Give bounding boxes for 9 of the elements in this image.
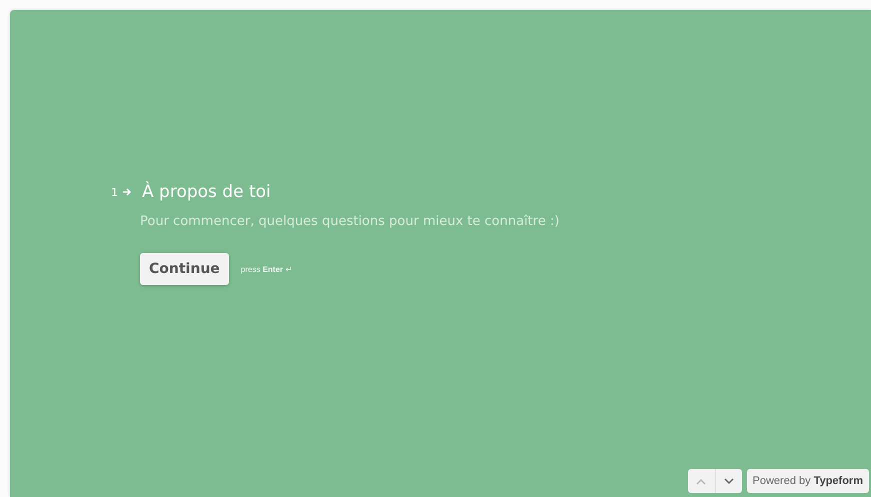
keyboard-hint: press Enter ↵ <box>240 264 292 274</box>
question-number: 1 <box>110 186 118 198</box>
chevron-down-icon <box>724 478 734 484</box>
chevron-up-icon <box>696 478 706 484</box>
powered-by-link[interactable]: Powered by Typeform <box>746 469 869 493</box>
question-title: À propos de toi <box>142 182 271 202</box>
question-description: Pour commencer, quelques questions pour mieux te connaître :) <box>140 214 560 229</box>
arrow-icon <box>122 187 132 197</box>
continue-button[interactable]: Continue <box>140 253 229 285</box>
